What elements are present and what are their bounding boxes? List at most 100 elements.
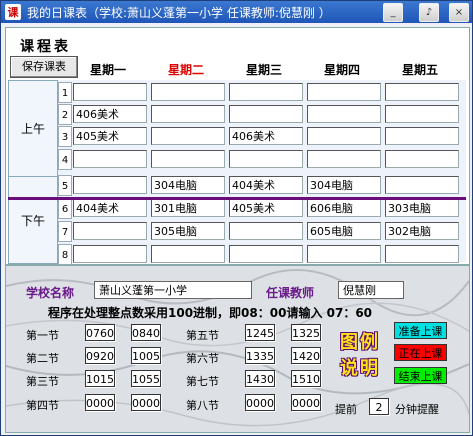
main-window: 课 我的日课表（学校:萧山义蓬第一小学 任课教师:倪慧刚 ） _ ♪ × 课程表…	[0, 0, 473, 436]
period-end-input[interactable]: 1055	[131, 370, 161, 387]
legend-swatch: 正在上课	[394, 344, 447, 361]
day-header-thu: 星期四	[323, 63, 360, 77]
schedule-cell[interactable]	[151, 105, 225, 123]
period-start-input[interactable]: 0000	[245, 394, 275, 411]
schedule-cell[interactable]	[385, 176, 459, 194]
schedule-cell[interactable]	[151, 127, 225, 145]
teacher-label: 任课教师	[266, 286, 315, 300]
day-header-mon: 星期一	[89, 63, 126, 77]
schedule-cell[interactable]: 405美术	[229, 199, 303, 217]
schedule-cell[interactable]	[307, 127, 381, 145]
period-label: 第八节	[186, 399, 219, 412]
legend-title-2: 说明	[340, 358, 380, 379]
period-label: 第二节	[26, 352, 59, 365]
schedule-cell[interactable]: 302电脑	[385, 222, 459, 240]
day-header-wed: 星期三	[245, 63, 282, 77]
legend-swatch: 结束上课	[394, 367, 447, 384]
settings-panel: 学校名称 萧山义蓬第一小学 任课教师 倪慧刚 程序在处理整点数采用100进制，即…	[5, 265, 470, 433]
schedule-cell[interactable]	[151, 83, 225, 101]
schedule-cell[interactable]	[307, 150, 381, 168]
teacher-input[interactable]: 倪慧刚	[338, 281, 404, 299]
schedule-cell[interactable]	[229, 83, 303, 101]
school-name-input[interactable]: 萧山义蓬第一小学	[94, 281, 252, 299]
time-format-note: 程序在处理整点数采用100进制，即08：00请输入 07：60	[48, 306, 373, 320]
row-number: 2	[58, 104, 72, 125]
remind-prefix: 提前	[335, 403, 357, 416]
schedule-cell[interactable]	[229, 245, 303, 263]
row-number: 8	[58, 244, 72, 265]
row-number: 5	[58, 175, 72, 196]
row-number: 1	[58, 82, 72, 103]
row-number: 7	[58, 221, 72, 242]
schedule-cell[interactable]: 605电脑	[307, 222, 381, 240]
period-start-input[interactable]: 1015	[85, 370, 115, 387]
period-start-input[interactable]: 1430	[245, 370, 275, 387]
schedule-cell[interactable]	[385, 83, 459, 101]
period-end-input[interactable]: 1005	[131, 347, 161, 364]
period-end-input[interactable]: 1510	[291, 370, 321, 387]
schedule-panel: 课程表 保存课表 星期一 星期二 星期三 星期四 星期五 上午 下午 1 2 406…	[5, 27, 470, 265]
period-start-input[interactable]: 0000	[85, 394, 115, 411]
save-schedule-button[interactable]: 保存课表	[10, 56, 78, 78]
row-number: 6	[58, 198, 72, 219]
schedule-cell[interactable]	[73, 245, 147, 263]
schedule-cell[interactable]	[73, 176, 147, 194]
close-icon[interactable]: ×	[449, 3, 469, 22]
schedule-cell[interactable]	[73, 150, 147, 168]
schedule-cell[interactable]: 405美术	[73, 127, 147, 145]
schedule-cell[interactable]	[73, 222, 147, 240]
day-header-tue: 星期二	[167, 63, 204, 77]
period-label: 第四节	[26, 399, 59, 412]
row-number: 3	[58, 126, 72, 147]
schedule-cell[interactable]	[151, 150, 225, 168]
schedule-cell[interactable]: 404美术	[73, 199, 147, 217]
schedule-cell[interactable]: 303电脑	[385, 199, 459, 217]
period-end-input[interactable]: 0840	[131, 324, 161, 341]
period-end-input[interactable]: 1325	[291, 324, 321, 341]
schedule-cell[interactable]	[307, 245, 381, 263]
schedule-cell[interactable]	[151, 245, 225, 263]
schedule-cell[interactable]	[229, 105, 303, 123]
row-number: 4	[58, 149, 72, 170]
period-label: 第六节	[186, 352, 219, 365]
schedule-cell[interactable]	[73, 83, 147, 101]
window-title: 我的日课表（学校:萧山义蓬第一小学 任课教师:倪慧刚 ）	[27, 6, 331, 20]
schedule-cell[interactable]: 404美术	[229, 176, 303, 194]
period-end-input[interactable]: 1420	[291, 347, 321, 364]
remind-minutes-input[interactable]: 2	[369, 398, 389, 415]
period-start-input[interactable]: 1335	[245, 347, 275, 364]
schedule-cell[interactable]	[229, 150, 303, 168]
schedule-cell[interactable]: 304电脑	[151, 176, 225, 194]
schedule-cell[interactable]: 406美术	[229, 127, 303, 145]
schedule-cell[interactable]	[307, 83, 381, 101]
period-label: 第一节	[26, 329, 59, 342]
schedule-cell[interactable]	[307, 105, 381, 123]
schedule-cell[interactable]	[385, 127, 459, 145]
schedule-cell[interactable]: 406美术	[73, 105, 147, 123]
title-bar[interactable]: 课 我的日课表（学校:萧山义蓬第一小学 任课教师:倪慧刚 ） _ ♪ ×	[1, 1, 472, 23]
schedule-title: 课程表	[20, 39, 71, 55]
schedule-cell[interactable]: 606电脑	[307, 199, 381, 217]
music-icon[interactable]: ♪	[419, 3, 439, 22]
app-icon: 课	[5, 4, 21, 20]
schedule-cell[interactable]: 301电脑	[151, 199, 225, 217]
schedule-cell[interactable]: 304电脑	[307, 176, 381, 194]
legend-swatch: 准备上课	[394, 322, 447, 339]
schedule-cell[interactable]	[385, 105, 459, 123]
period-label: 第五节	[186, 329, 219, 342]
remind-suffix: 分钟提醒	[395, 403, 439, 416]
period-start-input[interactable]: 1245	[245, 324, 275, 341]
schedule-cell[interactable]	[385, 150, 459, 168]
schedule-cell[interactable]	[385, 245, 459, 263]
legend-title-1: 图例	[340, 332, 380, 353]
day-header-fri: 星期五	[401, 63, 438, 77]
period-start-input[interactable]: 0920	[85, 347, 115, 364]
minimize-icon[interactable]: _	[383, 3, 403, 22]
schedule-cell[interactable]	[229, 222, 303, 240]
school-name-label: 学校名称	[26, 286, 75, 300]
period-label: 第七节	[186, 375, 219, 388]
period-end-input[interactable]: 0000	[291, 394, 321, 411]
period-start-input[interactable]: 0760	[85, 324, 115, 341]
period-end-input[interactable]: 0000	[131, 394, 161, 411]
schedule-cell[interactable]: 305电脑	[151, 222, 225, 240]
